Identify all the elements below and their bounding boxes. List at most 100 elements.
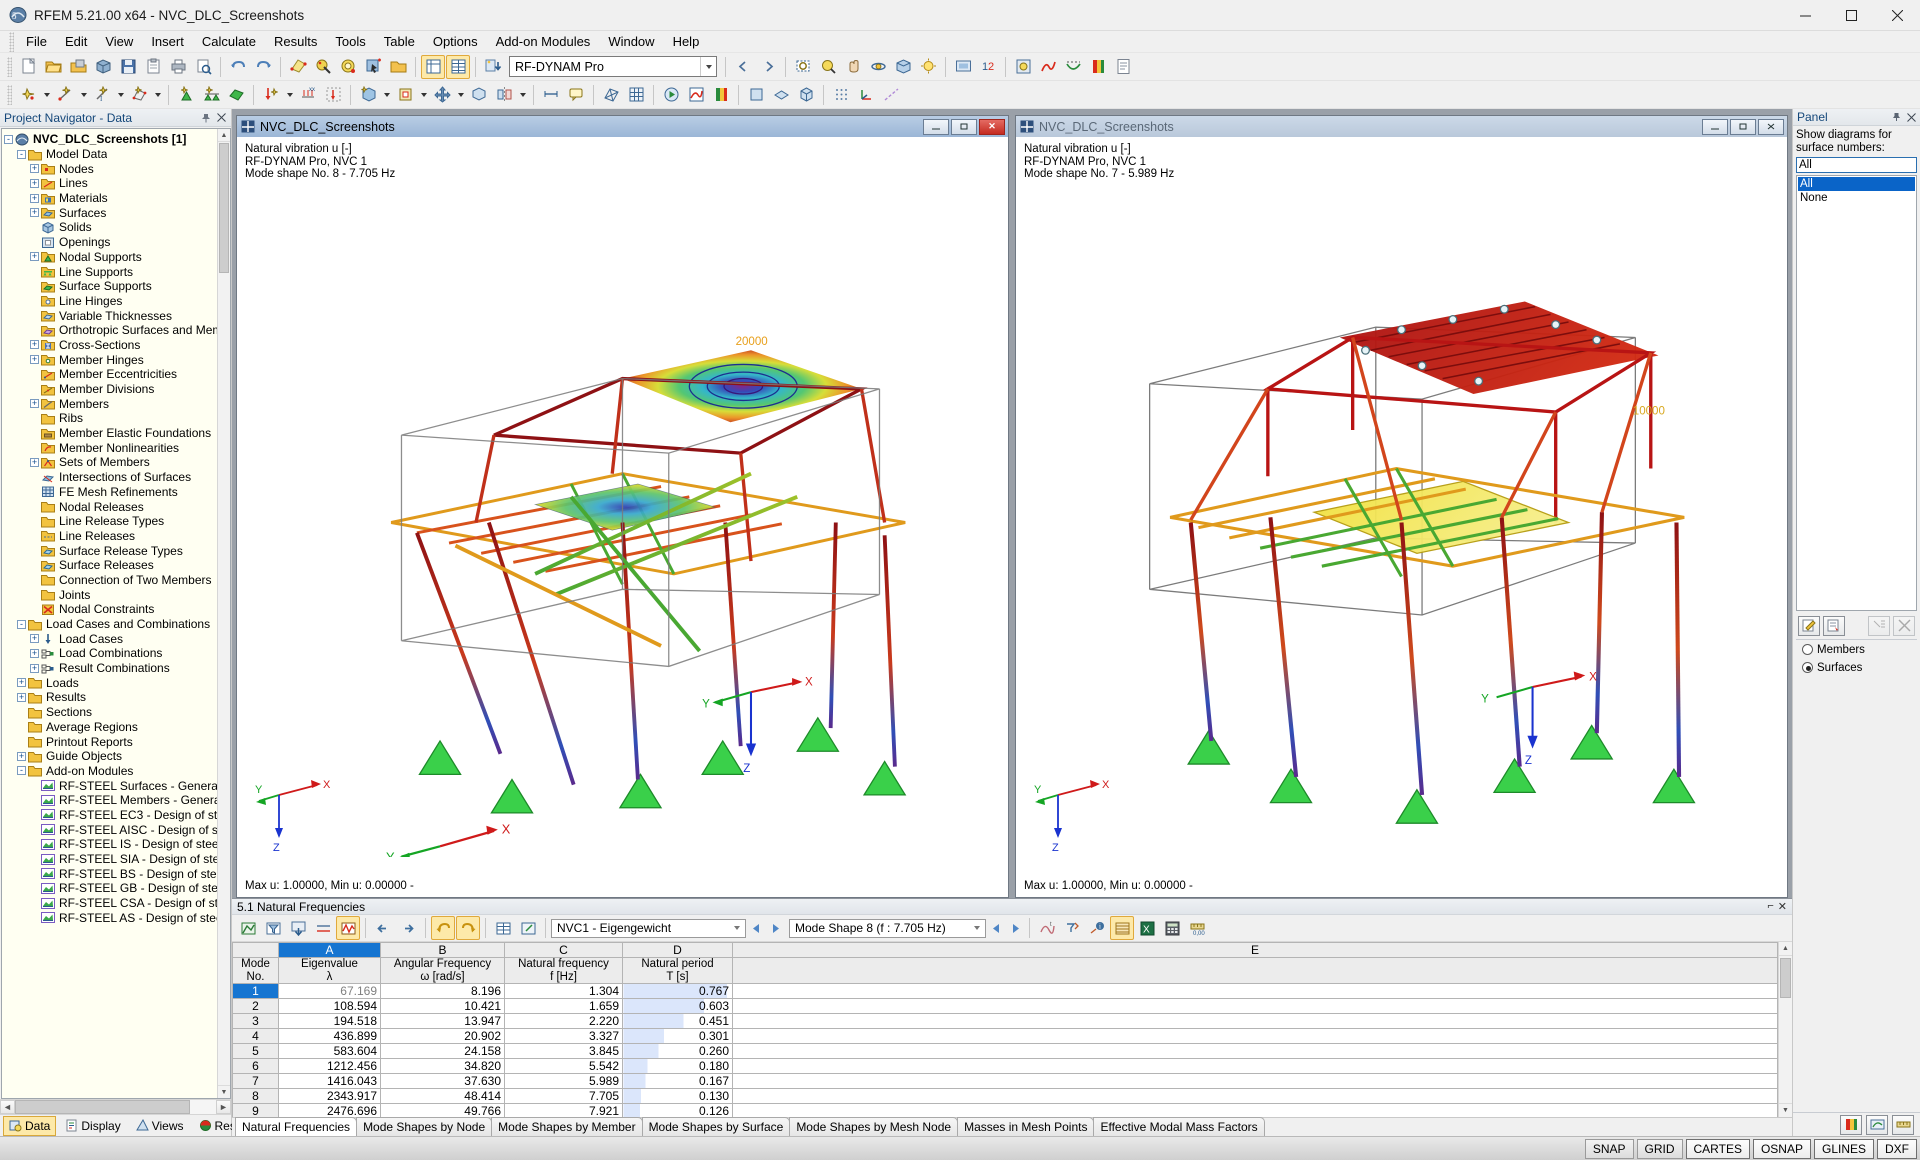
guide-line-icon[interactable] <box>879 83 903 107</box>
table-compare-icon[interactable] <box>311 916 335 940</box>
expand-icon[interactable]: + <box>30 193 39 203</box>
expand-icon[interactable]: + <box>17 692 26 702</box>
tree-item-joints[interactable]: Joints <box>2 587 230 602</box>
table-graph-icon[interactable]: t <box>1035 916 1059 940</box>
list-item-all[interactable]: All <box>1798 177 1915 191</box>
tree-item-nodal-supports[interactable]: + Nodal Supports <box>2 250 230 265</box>
cell-natural-period[interactable]: 0.301 <box>622 1028 733 1045</box>
zoom-icon[interactable] <box>336 55 360 79</box>
cell-mode-no[interactable]: 9 <box>232 1103 279 1117</box>
ucs-icon[interactable] <box>854 83 878 107</box>
table-row[interactable]: 6 1212.456 34.820 5.542 0.180 <box>232 1058 1778 1075</box>
menu-window[interactable]: Window <box>599 32 663 51</box>
cell-mode-no[interactable]: 8 <box>232 1088 279 1105</box>
pan-icon[interactable] <box>841 55 865 79</box>
dimension-icon[interactable] <box>539 83 563 107</box>
status-button-dxf[interactable]: DXF <box>1877 1138 1917 1159</box>
viewport-1-canvas[interactable]: Natural vibration u [-] RF-DYNAM Pro, NV… <box>237 137 1008 897</box>
cell-mode-no[interactable]: 2 <box>232 998 279 1015</box>
collapse-icon[interactable]: - <box>17 766 26 776</box>
table-tab-mode-shapes-by-surface[interactable]: Mode Shapes by Surface <box>641 1117 791 1136</box>
cell-angular-frequency[interactable]: 10.421 <box>380 998 505 1015</box>
table-row[interactable]: 9 2476.696 49.766 7.921 0.126 <box>232 1103 1778 1117</box>
table-row[interactable]: 7 1416.043 37.630 5.989 0.167 <box>232 1073 1778 1090</box>
collapse-icon[interactable]: - <box>17 149 26 159</box>
cell-angular-frequency[interactable]: 37.630 <box>380 1073 505 1090</box>
deselect-icon[interactable] <box>1868 615 1890 636</box>
expand-icon[interactable]: + <box>30 663 39 673</box>
viewport-2-canvas[interactable]: Natural vibration u [-] RF-DYNAM Pro, NV… <box>1016 137 1787 897</box>
status-button-osnap[interactable]: OSNAP <box>1752 1138 1811 1159</box>
clear-x-icon[interactable] <box>1893 615 1915 636</box>
viewport-1-close-button[interactable]: ✕ <box>979 118 1005 135</box>
tree-item-openings[interactable]: Openings <box>2 235 230 250</box>
table-close-icon[interactable]: ✕ <box>1778 900 1787 913</box>
print-icon[interactable] <box>166 55 190 79</box>
cell-natural-frequency[interactable]: 1.304 <box>504 983 623 1000</box>
prev-view-icon[interactable] <box>731 55 755 79</box>
tree-item-line-hinges[interactable]: Line Hinges <box>2 294 230 309</box>
zoom-window-icon[interactable] <box>791 55 815 79</box>
chevron-down-icon[interactable] <box>729 926 745 930</box>
table-redo-icon[interactable] <box>456 916 480 940</box>
chevron-down-icon[interactable] <box>284 83 295 107</box>
cell-angular-frequency[interactable]: 48.414 <box>380 1088 505 1105</box>
rotate-view-icon[interactable] <box>866 55 890 79</box>
expand-icon[interactable]: + <box>30 208 39 218</box>
tree-item-result-combinations[interactable]: + Result Combinations <box>2 661 230 676</box>
cell-eigenvalue[interactable]: 194.518 <box>278 1013 381 1030</box>
tree-item-member-nonlinearities[interactable]: Member Nonlinearities <box>2 440 230 455</box>
tree-item-rf-steel-surfaces-general-stress[interactable]: RF-STEEL Surfaces - General stress <box>2 778 230 793</box>
grid-snap-icon[interactable] <box>829 83 853 107</box>
chevron-down-icon[interactable] <box>78 83 89 107</box>
surface-support-insert-icon[interactable] <box>224 83 248 107</box>
select-special-icon[interactable] <box>311 55 335 79</box>
surface-numbers-list[interactable]: All None <box>1796 175 1917 611</box>
table-tab-masses-in-mesh-points[interactable]: Masses in Mesh Points <box>957 1117 1095 1136</box>
cell-natural-period[interactable]: 0.260 <box>622 1043 733 1060</box>
select-objects-icon[interactable] <box>286 55 310 79</box>
tree-item-surface-releases[interactable]: Surface Releases <box>2 558 230 573</box>
insert-surface-icon[interactable] <box>127 83 151 107</box>
cell-angular-frequency[interactable]: 49.766 <box>380 1103 505 1117</box>
menu-calculate[interactable]: Calculate <box>193 32 265 51</box>
cell-eigenvalue[interactable]: 1212.456 <box>278 1058 381 1075</box>
tree-item-rf-steel-aisc-design-of-steel-m[interactable]: RF-STEEL AISC - Design of steel m <box>2 822 230 837</box>
next-view-icon[interactable] <box>756 55 780 79</box>
cell-eigenvalue[interactable]: 2476.696 <box>278 1103 381 1117</box>
column-letter-b[interactable]: B <box>380 942 505 958</box>
chevron-down-icon[interactable] <box>455 83 466 107</box>
table-export-icon[interactable] <box>286 916 310 940</box>
addon-module-launch-icon[interactable] <box>481 55 505 79</box>
insert-node-icon[interactable] <box>16 83 40 107</box>
tree-item-lines[interactable]: + Lines <box>2 176 230 191</box>
free-load-icon[interactable] <box>321 83 345 107</box>
menu-tools[interactable]: Tools <box>326 32 374 51</box>
column-letter-c[interactable]: C <box>504 942 623 958</box>
navigator-tab-display[interactable]: Display <box>59 1116 126 1136</box>
tree-item-rf-steel-ec3-design-of-steel-me[interactable]: RF-STEEL EC3 - Design of steel me <box>2 808 230 823</box>
line-support-insert-icon[interactable] <box>199 83 223 107</box>
view-iso-icon[interactable] <box>794 83 818 107</box>
cell-empty-e[interactable] <box>732 1073 1778 1090</box>
table-tab-mode-shapes-by-member[interactable]: Mode Shapes by Member <box>491 1117 643 1136</box>
chevron-down-icon[interactable] <box>152 83 163 107</box>
list-item-none[interactable]: None <box>1798 191 1915 205</box>
cell-natural-frequency[interactable]: 5.989 <box>504 1073 623 1090</box>
mode-shape-combo[interactable]: Mode Shape 8 (f : 7.705 Hz) <box>789 918 986 938</box>
column-header-2[interactable]: Angular Frequency ω [rad/s] <box>380 956 505 985</box>
tree-item-loads[interactable]: + Loads <box>2 675 230 690</box>
copy-object-icon[interactable] <box>467 83 491 107</box>
lighting-icon[interactable] <box>916 55 940 79</box>
new-folder-icon[interactable] <box>386 55 410 79</box>
surface-numbers-input[interactable]: All <box>1796 157 1917 173</box>
tree-item-nodal-constraints[interactable]: Nodal Constraints <box>2 602 230 617</box>
tree-item-rf-steel-members-general-stres[interactable]: RF-STEEL Members - General stres <box>2 793 230 808</box>
results-display-icon[interactable] <box>684 83 708 107</box>
cell-mode-no[interactable]: 5 <box>232 1043 279 1060</box>
table-filter-icon[interactable] <box>261 916 285 940</box>
tree-item-surface-supports[interactable]: Surface Supports <box>2 279 230 294</box>
mode-shape-prev-button[interactable] <box>987 917 1005 939</box>
cell-natural-period[interactable]: 0.167 <box>622 1073 733 1090</box>
tree-item-sections[interactable]: Sections <box>2 705 230 720</box>
